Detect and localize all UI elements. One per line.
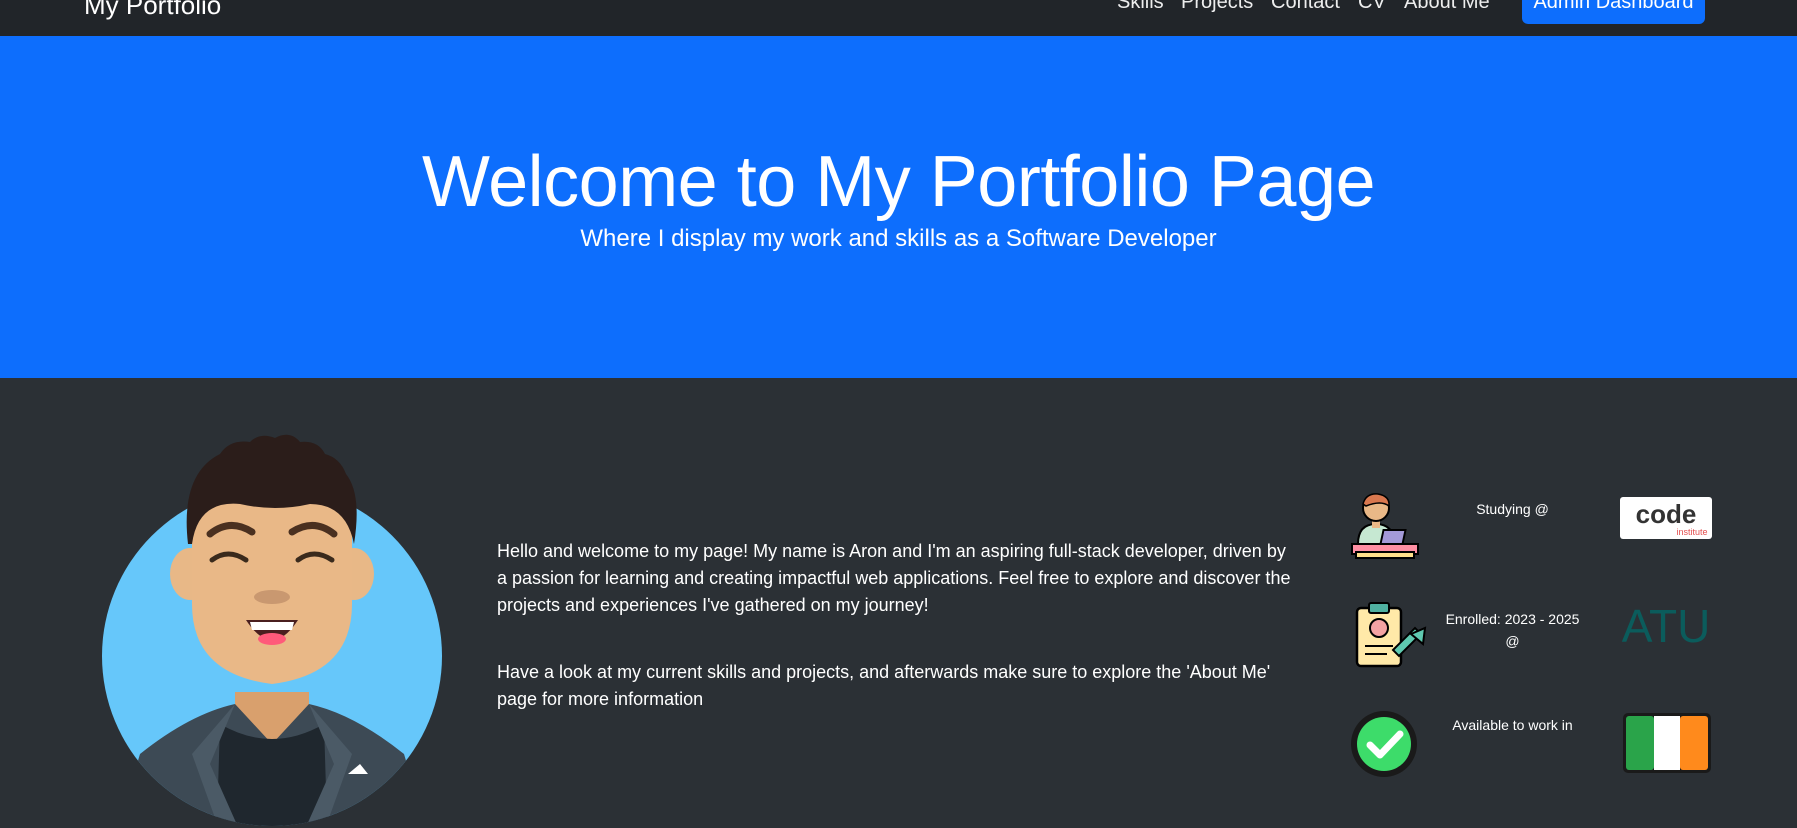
admin-dashboard-button[interactable]: Admin Dashboard [1522, 0, 1705, 24]
intro-paragraph-1: Hello and welcome to my page! My name is… [497, 541, 1291, 615]
student-laptop-icon [1351, 493, 1419, 559]
clipboard-profile-icon [1355, 602, 1427, 668]
nav-link-skills[interactable]: Skills [1117, 0, 1164, 16]
hero-banner: Welcome to My Portfolio Page Where I dis… [0, 36, 1797, 378]
hero-subtitle: Where I display my work and skills as a … [580, 225, 1217, 252]
nav-link-contact[interactable]: Contact [1271, 0, 1340, 16]
svg-text:ATU: ATU [1622, 602, 1711, 648]
intro-paragraph-2: Have a look at my current skills and pro… [497, 662, 1271, 709]
avatar-illustration [102, 434, 442, 826]
info-label-available: Available to work in [1452, 717, 1573, 733]
info-label-studying: Studying @ [1476, 501, 1549, 517]
info-label-enrolled: Enrolled: 2023 - 2025 @ [1445, 611, 1580, 649]
nav-link-cv[interactable]: CV [1358, 0, 1386, 16]
atu-logo[interactable]: ATU [1621, 602, 1711, 648]
checkmark-icon [1351, 711, 1417, 777]
ireland-flag-icon [1623, 713, 1711, 773]
code-institute-logo[interactable]: code institute [1620, 497, 1712, 539]
main-section: Hello and welcome to my page! My name is… [0, 378, 1797, 827]
navbar: My Portfolio Skills Projects Contact CV … [0, 0, 1797, 36]
svg-text:code: code [1636, 499, 1697, 529]
svg-text:institute: institute [1676, 527, 1707, 537]
nav-link-projects[interactable]: Projects [1181, 0, 1253, 16]
intro-text: Hello and welcome to my page! My name is… [497, 538, 1297, 753]
nav-link-about-me[interactable]: About Me [1404, 0, 1490, 16]
hero-title: Welcome to My Portfolio Page [421, 142, 1376, 222]
brand-link[interactable]: My Portfolio [84, 0, 221, 22]
